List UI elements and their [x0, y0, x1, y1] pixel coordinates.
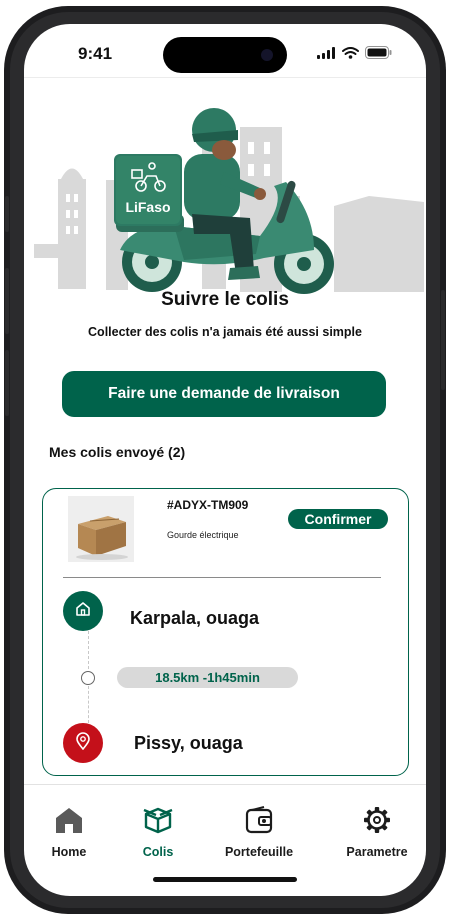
request-delivery-button[interactable]: Faire une demande de livraison: [62, 371, 386, 417]
volume-up-button: [5, 268, 9, 334]
tab-home[interactable]: Home: [48, 806, 90, 859]
header-divider: [24, 77, 426, 78]
wallet-icon: [244, 806, 274, 839]
parcel-card[interactable]: #ADYX-TM909 Gourde électrique Confirmer …: [42, 488, 409, 776]
tab-colis[interactable]: Colis: [137, 806, 179, 859]
signal-icon: [317, 46, 336, 64]
power-button: [441, 290, 445, 390]
home-icon: [74, 600, 92, 623]
status-bar: 9:41: [24, 24, 426, 84]
front-camera: [261, 49, 273, 61]
destination-marker: [63, 723, 103, 763]
destination-location: Pissy, ouaga: [134, 733, 243, 753]
tab-bar-divider: [24, 784, 426, 785]
page-title: Suivre le colis: [161, 289, 289, 310]
dynamic-island: [163, 37, 287, 73]
hero-illustration: LiFaso: [24, 84, 426, 294]
card-divider: [63, 577, 381, 578]
tab-portefeuille[interactable]: Portefeuille: [218, 806, 300, 859]
confirm-button[interactable]: Confirmer: [288, 509, 388, 529]
page-subtitle: Collecter des colis n'a jamais été aussi…: [88, 325, 362, 339]
volume-down-button: [5, 350, 9, 416]
tab-home-label: Home: [51, 845, 87, 859]
status-time: 9:41: [78, 44, 113, 63]
tracking-id: #ADYX-TM909: [167, 498, 249, 512]
parcel-image: [68, 496, 134, 562]
gear-icon: [362, 806, 392, 839]
status-icons: [317, 46, 392, 64]
location-pin-icon: [75, 731, 91, 755]
hero-logo-text: LiFaso: [125, 199, 170, 215]
app-screen: 9:41 LiFaso Suivre le colis Collecter de…: [24, 24, 426, 896]
tab-parametre-label: Parametre: [346, 845, 408, 859]
tab-parametre[interactable]: Parametre: [342, 806, 412, 859]
origin-location: Karpala, ouaga: [130, 608, 260, 628]
product-name: Gourde électrique: [167, 530, 239, 540]
wifi-icon: [342, 46, 359, 64]
battery-icon: [365, 46, 392, 64]
package-icon: [143, 806, 173, 839]
home-icon: [54, 806, 84, 839]
home-indicator[interactable]: [153, 877, 297, 882]
origin-marker: [63, 591, 103, 631]
route-line-lower: [88, 686, 89, 723]
tab-colis-label: Colis: [142, 845, 174, 859]
tab-portefeuille-label: Portefeuille: [224, 845, 294, 859]
route-midpoint: [81, 671, 95, 685]
action-button: [5, 196, 9, 232]
route-line-upper: [88, 631, 89, 669]
sent-parcels-heading: Mes colis envoyé (2): [49, 444, 186, 460]
distance-eta-badge: 18.5km -1h45min: [117, 667, 298, 688]
